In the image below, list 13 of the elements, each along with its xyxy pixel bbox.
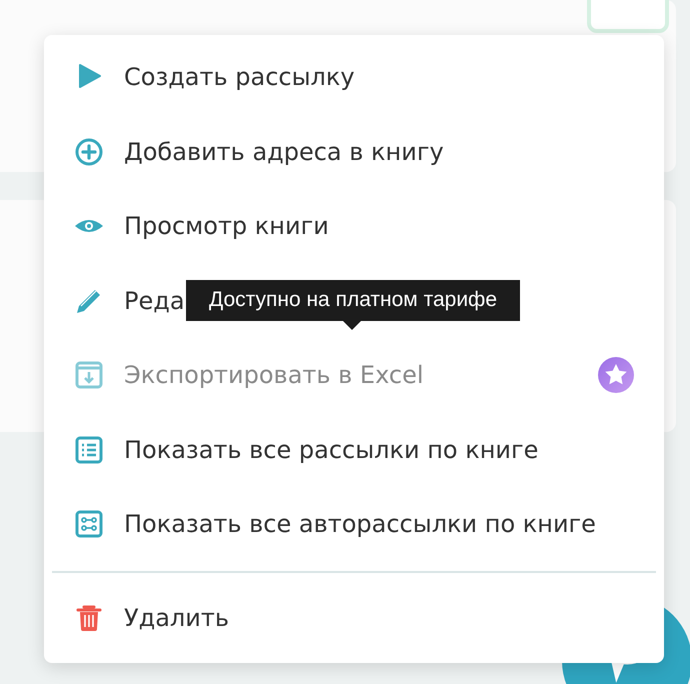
menu-item[interactable]: Реда xyxy=(124,286,185,315)
download-icon xyxy=(74,360,104,390)
menu-item[interactable]: Удалить xyxy=(124,604,229,632)
menu-item[interactable]: Показать все рассылки по книге xyxy=(124,436,538,464)
menu-item[interactable]: Просмотр книги xyxy=(124,212,329,240)
list-icon xyxy=(74,434,104,465)
flow-icon xyxy=(74,509,104,540)
menu-item[interactable]: Добавить адреса в книгу xyxy=(124,138,444,166)
menu-item[interactable]: Создать рассылку xyxy=(124,63,355,92)
tooltip: Доступно на платном тарифе xyxy=(186,280,520,330)
trash-icon xyxy=(74,602,104,632)
menu-item[interactable]: Показать все авторассылки по книге xyxy=(124,510,596,538)
plus-circle-icon xyxy=(74,136,104,167)
